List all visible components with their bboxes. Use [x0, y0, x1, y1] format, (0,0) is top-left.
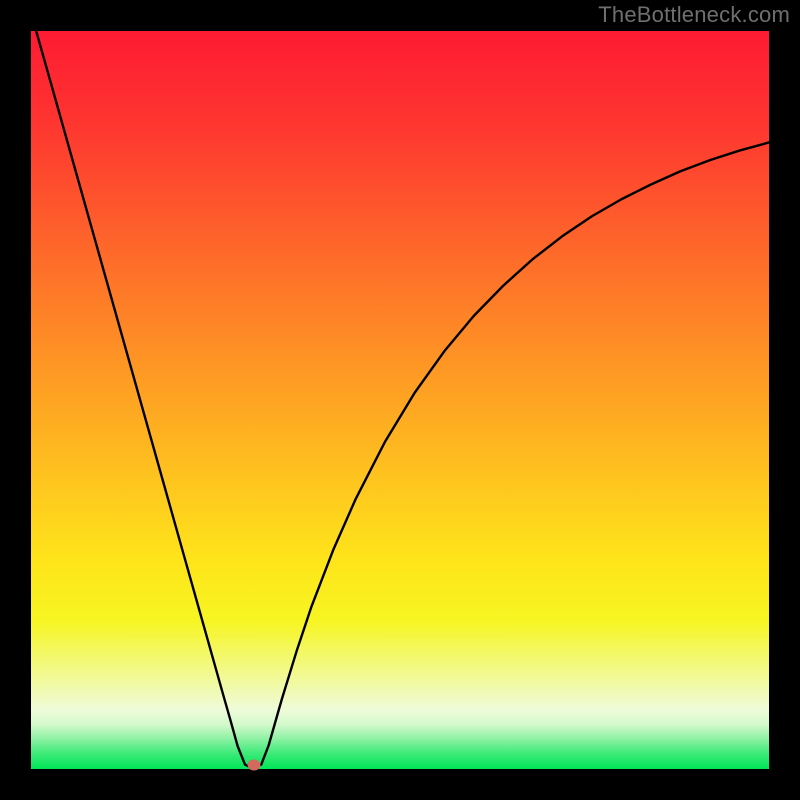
- watermark-text: TheBottleneck.com: [598, 2, 790, 28]
- minimum-marker: [247, 760, 260, 771]
- plot-area: [31, 31, 769, 769]
- chart-stage: TheBottleneck.com: [0, 0, 800, 800]
- curve: [31, 31, 769, 769]
